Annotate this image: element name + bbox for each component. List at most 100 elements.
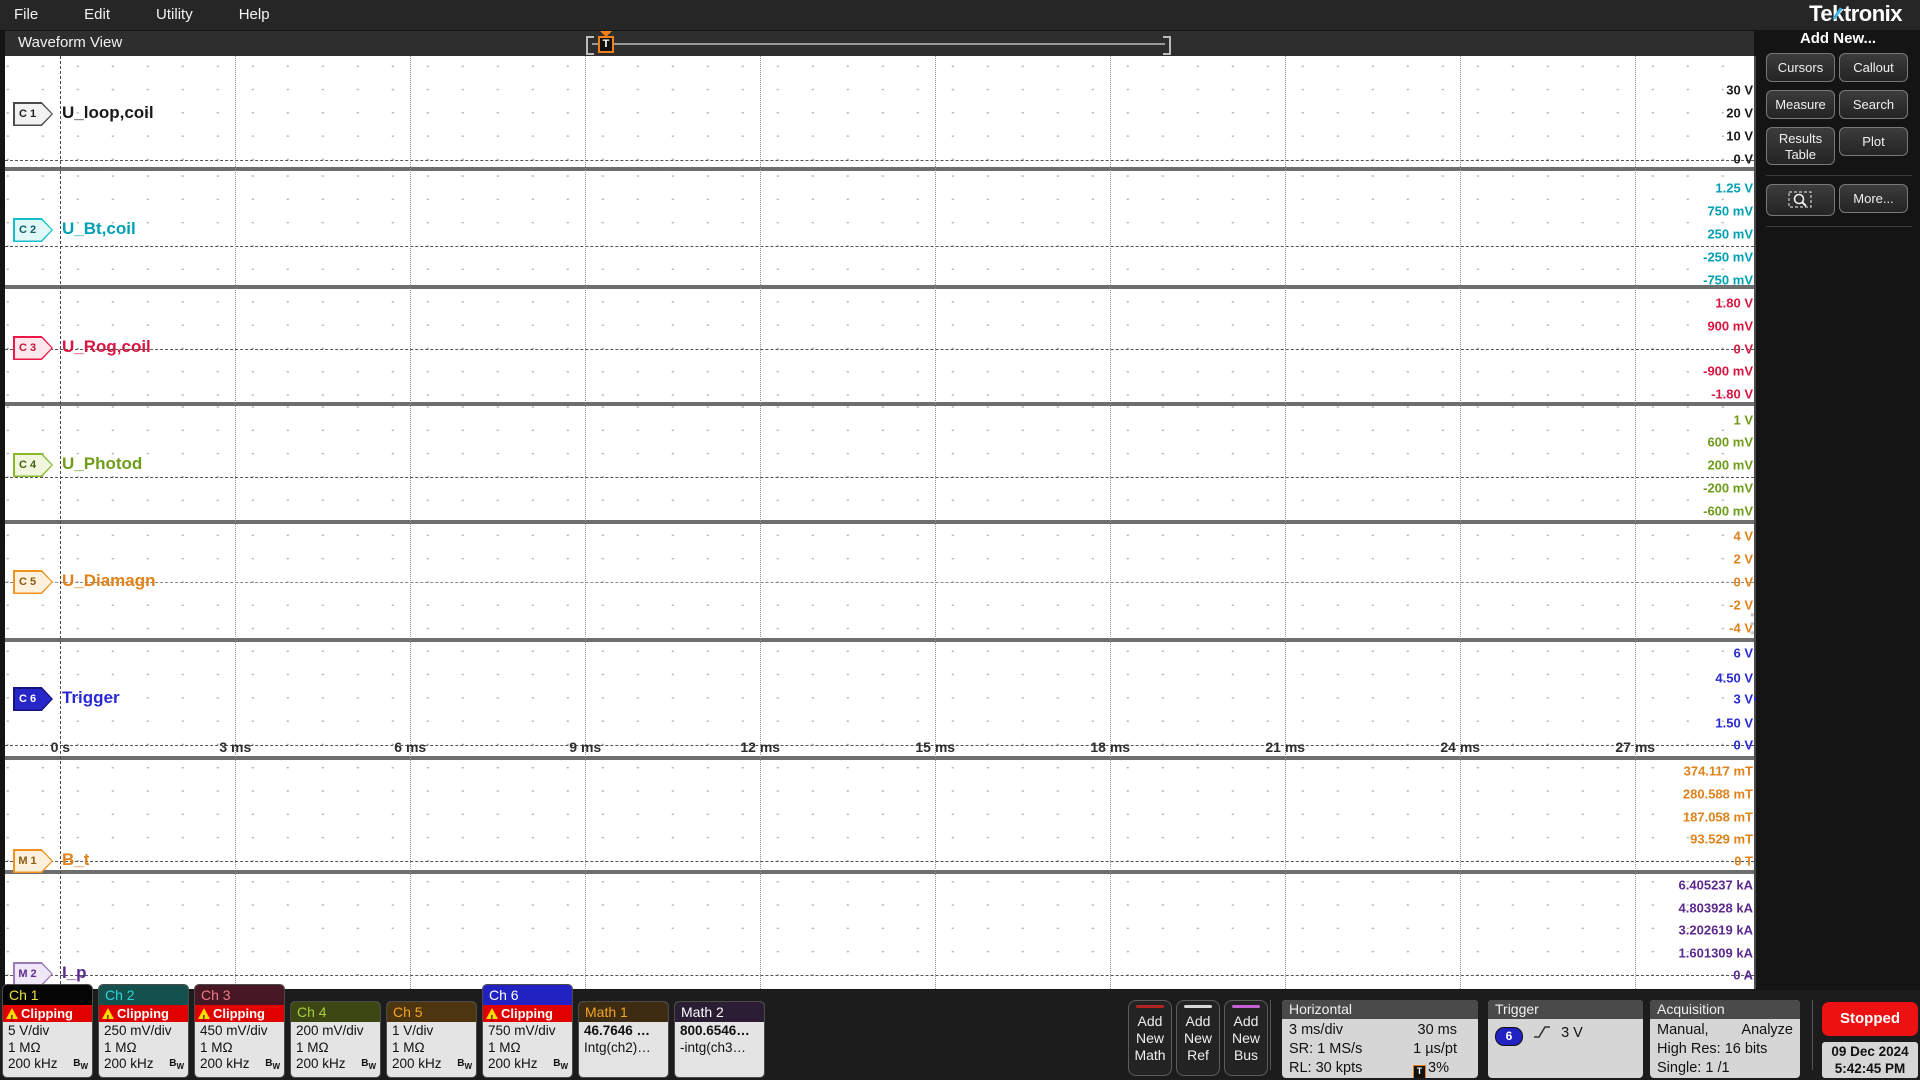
axis-label-c5: 2 V	[1733, 551, 1753, 567]
badge-setting: 1 MΩ	[296, 1039, 329, 1055]
time-gridline	[1110, 56, 1112, 989]
time-gridline	[1460, 56, 1462, 989]
acquisition-single: Single: 1 /1	[1657, 1060, 1730, 1076]
zero-reference-line-c3	[5, 348, 1754, 350]
bottom-badge-ch6[interactable]: Ch 6Clipping 750 mV/div1 MΩ BW 200 kHz	[482, 984, 573, 1078]
time-tick-label: 21 ms	[1265, 739, 1306, 755]
axis-label-m1: 93.529 mT	[1690, 831, 1753, 847]
more-button[interactable]: More...	[1839, 184, 1908, 213]
channel-name-c1[interactable]: U_loop,coil	[62, 103, 154, 123]
badge-setting: 1 MΩ	[488, 1039, 521, 1055]
section-divider	[5, 756, 1754, 760]
bottom-badge-math1[interactable]: Math 1 46.7646 … Intg(ch2)…	[578, 1001, 669, 1078]
axis-label-c2: 750 mV	[1707, 203, 1753, 219]
clipping-banner: Clipping	[3, 1005, 92, 1027]
acquisition-analyze: Analyze	[1741, 1022, 1793, 1038]
button-label: New	[1135, 1030, 1164, 1046]
channel-name-m2[interactable]: I_p	[62, 963, 87, 983]
channel-name-c3[interactable]: U_Rog,coil	[62, 337, 151, 357]
record-view-track	[592, 43, 1165, 45]
menu-item-utility[interactable]: Utility	[156, 0, 193, 30]
zero-reference-line-c1	[5, 159, 1754, 161]
axis-label-c4: -200 mV	[1703, 480, 1753, 496]
menu-item-file[interactable]: File	[14, 0, 38, 30]
menu-item-edit[interactable]: Edit	[84, 0, 110, 30]
button-label: Bus	[1233, 1047, 1259, 1063]
sidebar-separator	[1766, 226, 1912, 227]
channel-badge-m1[interactable]: M 1	[13, 849, 53, 873]
channel-section-c3	[5, 289, 1754, 402]
time-tick-label: 24 ms	[1440, 739, 1481, 755]
channel-name-c2[interactable]: U_Bt,coil	[62, 219, 136, 239]
time-label: 5:42:45 PM	[1834, 1061, 1906, 1076]
bandwidth-limit-icon: BW	[361, 1058, 376, 1071]
datetime-display: 09 Dec 2024 5:42:45 PM	[1822, 1042, 1918, 1078]
bottom-badge-ch3[interactable]: Ch 3Clipping 450 mV/div1 MΩ BW 200 kHz	[194, 984, 285, 1078]
clipping-warning-icon	[198, 1008, 210, 1027]
channel-badge-c2[interactable]: C 2	[13, 218, 53, 242]
clipping-label: Clipping	[501, 1006, 553, 1021]
search-button[interactable]: Search	[1839, 90, 1908, 119]
channel-badge-m2[interactable]: M 2	[13, 962, 53, 986]
run-stop-status-button[interactable]: Stopped	[1822, 1002, 1918, 1036]
zero-reference-line-c2	[5, 246, 1754, 247]
date-label: 09 Dec 2024	[1831, 1044, 1909, 1059]
badge-setting: 200 kHz	[488, 1056, 538, 1071]
trigger-flag-mini-icon: T	[1413, 1065, 1427, 1078]
clipping-banner: Clipping	[99, 1005, 188, 1027]
cursors-button[interactable]: Cursors	[1766, 53, 1835, 82]
oscilloscope-app: File Edit Utility Help Waveform View T T 0 …	[0, 0, 1920, 1080]
acquisition-panel[interactable]: Acquisition Manual, Analyze High Res: 16 …	[1650, 1000, 1800, 1078]
results-table-button[interactable]: Results Table	[1766, 127, 1835, 165]
zero-reference-line-m2	[5, 975, 1754, 976]
panel-splitter-grip[interactable]: • • •	[1750, 608, 1755, 639]
callout-button[interactable]: Callout	[1839, 53, 1908, 82]
add-new-ref-button[interactable]: Add New Ref	[1176, 1000, 1220, 1076]
bottom-settings-bar: Ch 1Clipping5 V/div1 MΩBW200 kHzCh 2Clip…	[0, 984, 1920, 1080]
channel-badge-c6[interactable]: C 6	[13, 687, 53, 711]
measure-button[interactable]: Measure	[1766, 90, 1835, 119]
channel-badge-c5[interactable]: C 5	[13, 570, 53, 594]
time-gridline	[235, 56, 237, 989]
plot-button[interactable]: Plot	[1839, 127, 1908, 156]
bottom-badge-ch1[interactable]: Ch 1Clipping 5 V/div1 MΩ BW 200 kHz	[2, 984, 93, 1078]
clipping-banner: Clipping	[195, 1005, 284, 1027]
badge-setting: 200 kHz	[8, 1056, 58, 1071]
add-new-math-button[interactable]: Add New Math	[1128, 1000, 1172, 1076]
record-view-scrollbar[interactable]: T	[586, 31, 1171, 55]
badge-title: Math 2	[675, 1002, 764, 1022]
channel-badge-c4[interactable]: C 4	[13, 453, 53, 477]
waveform-plot-area[interactable]: T 0 s3 ms6 ms9 ms12 ms15 ms18 ms21 ms24 …	[5, 56, 1759, 989]
axis-label-c3: 1.80 V	[1715, 295, 1753, 311]
badge-setting: 5 V/div	[8, 1023, 50, 1038]
clipping-warning-icon	[102, 1008, 114, 1027]
add-new-bus-button[interactable]: Add New Bus	[1224, 1000, 1268, 1076]
menu-item-help[interactable]: Help	[239, 0, 270, 30]
time-gridline	[935, 56, 937, 989]
time-gridline	[410, 56, 412, 989]
channel-name-m1[interactable]: B_t	[62, 850, 89, 870]
bottom-badge-math2[interactable]: Math 2 800.6546… -intg(ch3…	[674, 1001, 765, 1078]
bottom-badge-ch2[interactable]: Ch 2Clipping 250 mV/div1 MΩ BW 200 kHz	[98, 984, 189, 1078]
badge-title: Math 1	[579, 1002, 668, 1022]
channel-name-c5[interactable]: U_Diamagn	[62, 571, 156, 591]
bottom-badge-ch5[interactable]: Ch 51 V/div 1 MΩ BW 200 kHz	[386, 1001, 477, 1078]
zoom-select-button[interactable]	[1766, 184, 1835, 216]
time-gridline	[1285, 56, 1287, 989]
button-label: Add	[1137, 1013, 1163, 1029]
bandwidth-limit-icon: BW	[265, 1058, 280, 1071]
bottom-badge-ch4[interactable]: Ch 4 200 mV/div 1 MΩ BW 200 kHz	[290, 1001, 381, 1078]
horizontal-panel[interactable]: Horizontal 3 ms/div 30 ms SR: 1 MS/s 1 µs/…	[1282, 1000, 1478, 1078]
channel-name-c6[interactable]: Trigger	[62, 688, 120, 708]
axis-label-m1: 280.588 mT	[1682, 786, 1753, 802]
channel-name-c4[interactable]: U_Photod	[62, 454, 142, 474]
math-value: 46.7646 …	[584, 1023, 651, 1038]
time-tick-label: 9 ms	[569, 739, 602, 755]
trigger-flag-icon[interactable]: T	[598, 36, 614, 53]
channel-badge-c3[interactable]: C 3	[13, 336, 53, 360]
trigger-panel[interactable]: Trigger 6 3 V	[1488, 1000, 1643, 1078]
channel-badge-c1[interactable]: C 1	[13, 102, 53, 126]
axis-label-c1: 10 V	[1726, 128, 1753, 144]
button-label: Add	[1185, 1013, 1211, 1029]
color-stripe	[1232, 1005, 1260, 1008]
